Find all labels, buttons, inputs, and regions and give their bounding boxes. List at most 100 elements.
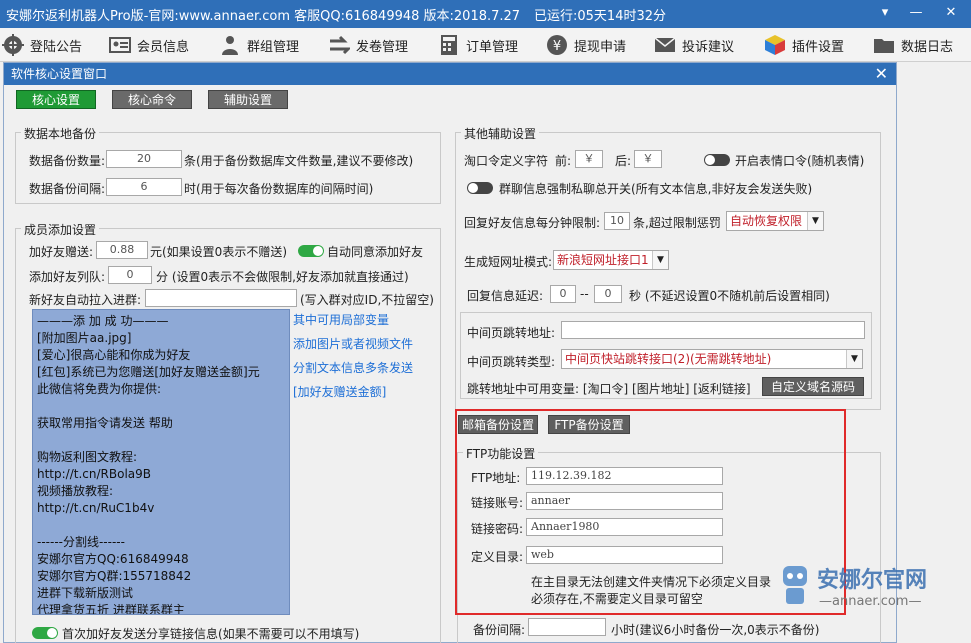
arrows-icon	[330, 35, 350, 55]
reply-limit-label: 回复好友信息每分钟限制:	[464, 216, 601, 230]
watermark: 安娜尔官网 —annaer.com—	[777, 558, 967, 618]
delay-note: 秒 (不延迟设置0不随机前后设置相同)	[629, 289, 830, 303]
toolbar-label: 数据日志	[901, 39, 954, 55]
jump-vars-label: 跳转地址中可用变量: [淘口令] [图片地址] [返利链接]	[467, 382, 751, 396]
window-close-button[interactable]: ✕	[875, 63, 888, 85]
app-title: 安娜尔返利机器人Pro版-官网:www.annaer.com 客服QQ:6168…	[6, 9, 521, 24]
toolbar-plugin-settings[interactable]: 插件设置	[764, 32, 844, 58]
backup-interval-label: 数据备份间隔:	[29, 182, 106, 196]
taokou-front-input[interactable]: ￥	[575, 150, 603, 168]
message-line: 进群下载新版测试	[37, 586, 134, 600]
share-link-toggle[interactable]	[32, 627, 58, 639]
toolbar-label: 发卷管理	[356, 39, 409, 55]
punish-value: 自动恢复权限	[730, 214, 803, 228]
mid-type-select[interactable]: 中间页快站跳转接口(2)(无需跳转地址) ▼	[561, 349, 863, 369]
message-line: 代理拿货五折 进群联系群主	[37, 603, 185, 615]
chevron-down-icon: ▼	[652, 251, 668, 269]
toolbar-label: 插件设置	[792, 39, 845, 55]
message-line: http://t.cn/RBola9B	[37, 467, 151, 481]
tab-aux-settings[interactable]: 辅助设置	[208, 90, 288, 109]
message-line: 视频播放教程:	[37, 484, 114, 498]
taokou-label: 淘口令定义字符	[464, 154, 549, 168]
message-line: ------分割线------	[37, 535, 125, 549]
backup-count-input[interactable]: 20	[106, 150, 182, 168]
emoji-toggle[interactable]	[704, 154, 730, 166]
queue-input[interactable]: 0	[108, 266, 152, 284]
queue-note: 分 (设置0表示不会做限制,好友添加就直接通过)	[156, 270, 409, 284]
group-private-toggle[interactable]	[467, 182, 493, 194]
link-split-text[interactable]: 分割文本信息多条发送	[293, 359, 413, 376]
message-line	[37, 432, 285, 449]
calculator-icon	[441, 35, 457, 55]
share-link-label: 首次加好友发送分享链接信息(如果不需要可以不用填写)	[62, 627, 360, 641]
folder-icon	[874, 39, 894, 53]
toolbar-label: 群组管理	[247, 39, 300, 55]
auto-agree-toggle[interactable]	[298, 245, 324, 257]
shorturl-value: 新浪短网址接口1	[557, 253, 649, 267]
tab-core-commands[interactable]: 核心命令	[112, 90, 192, 109]
app-titlebar: 安娜尔返利机器人Pro版-官网:www.annaer.com 客服QQ:6168…	[0, 0, 971, 28]
gift-input[interactable]: 0.88	[96, 241, 148, 259]
gift-label: 加好友赠送:	[29, 245, 94, 259]
toolbar-member-info[interactable]: 会员信息	[109, 32, 189, 58]
gear-icon	[2, 34, 24, 56]
reply-limit-input[interactable]: 10	[604, 212, 630, 230]
message-line: 购物返利图文教程:	[37, 450, 138, 464]
robot-logo-icon	[783, 566, 807, 604]
toolbar-order-manage[interactable]: 订单管理	[438, 32, 518, 58]
cube-icon	[765, 35, 785, 55]
message-line: ———添 加 成 功———	[37, 314, 169, 328]
message-line: 此微信将免费为你提供:	[37, 382, 162, 396]
punish-select[interactable]: 自动恢复权限 ▼	[726, 211, 824, 231]
toolbar-complaint[interactable]: 投诉建议	[654, 32, 734, 58]
message-line: 安娜尔官方Q群:155718842	[37, 569, 192, 583]
group-icon	[222, 36, 238, 55]
member-group-title: 成员添加设置	[21, 221, 100, 238]
chevron-down-icon: ▼	[807, 212, 823, 230]
link-add-media[interactable]: 添加图片或者视频文件	[293, 335, 413, 352]
toolbar-coupon-manage[interactable]: 发卷管理	[328, 32, 408, 58]
toolbar-label: 投诉建议	[682, 39, 735, 55]
message-line: [红包]系统已为您赠送[加好友赠送金额]元	[37, 365, 260, 379]
toolbar-login-notice[interactable]: 登陆公告	[2, 32, 82, 58]
taokou-back-input[interactable]: ￥	[634, 150, 662, 168]
delay-to-input[interactable]: 0	[594, 285, 622, 303]
message-line	[37, 398, 285, 415]
minimize-button[interactable]: —	[905, 3, 927, 23]
message-line	[37, 517, 285, 534]
runtime-label: 已运行:05天14时32分	[534, 9, 667, 24]
reply-limit-note: 条,超过限制惩罚	[633, 216, 721, 230]
mid-page-label: 中间页跳转地址:	[467, 326, 556, 340]
chevron-down-icon: ▼	[846, 350, 862, 368]
watermark-brand: 安娜尔官网	[817, 568, 928, 593]
watermark-url: —annaer.com—	[819, 594, 922, 609]
welcome-message-textarea[interactable]: ———添 加 成 功——— [附加图片aa.jpg] [爱心]很高心能和你成为好…	[32, 309, 290, 615]
toolbar-label: 会员信息	[137, 39, 190, 55]
link-local-vars[interactable]: 其中可用局部变量	[293, 311, 389, 328]
mid-page-input[interactable]	[561, 321, 865, 339]
window-title: 软件核心设置窗口	[4, 63, 896, 85]
ftp-interval-input[interactable]	[528, 618, 606, 636]
delay-label: 回复信息延迟:	[467, 289, 544, 303]
link-gift-amount-var[interactable]: [加好友赠送金额]	[293, 383, 386, 400]
message-line: 安娜尔官方QQ:616849948	[37, 552, 189, 566]
pull-group-input[interactable]	[145, 289, 297, 307]
backup-interval-input[interactable]: 6	[106, 178, 182, 196]
ftp-interval-note: 小时(建议6小时备份一次,0表示不备份)	[611, 623, 820, 637]
taokou-front-label: 前:	[555, 154, 572, 168]
tab-core-settings[interactable]: 核心设置	[16, 90, 96, 109]
main-toolbar: 登陆公告 会员信息 群组管理 发卷管理 订单管理 ¥ 提现申请 投诉建议 插件设…	[0, 28, 971, 62]
toolbar-withdraw[interactable]: ¥ 提现申请	[546, 32, 626, 58]
custom-domain-button[interactable]: 自定义域名源码	[762, 377, 864, 396]
taokou-back-label: 后:	[615, 154, 632, 168]
toolbar-data-log[interactable]: 数据日志	[873, 32, 953, 58]
delay-from-input[interactable]: 0	[550, 285, 576, 303]
shorturl-select[interactable]: 新浪短网址接口1 ▼	[553, 250, 669, 270]
toolbar-group-manage[interactable]: 群组管理	[219, 32, 299, 58]
group-private-label: 群聊信息强制私聊总开关(所有文本信息,非好友会发送失败)	[499, 182, 813, 196]
close-app-button[interactable]: ✕	[940, 3, 962, 23]
other-settings-title: 其他辅助设置	[461, 125, 540, 142]
mail-icon	[654, 37, 676, 52]
menu-dropdown-button[interactable]: ▾	[874, 3, 896, 23]
backup-interval-note: 时(用于每次备份数据库的间隔时间)	[184, 182, 374, 196]
